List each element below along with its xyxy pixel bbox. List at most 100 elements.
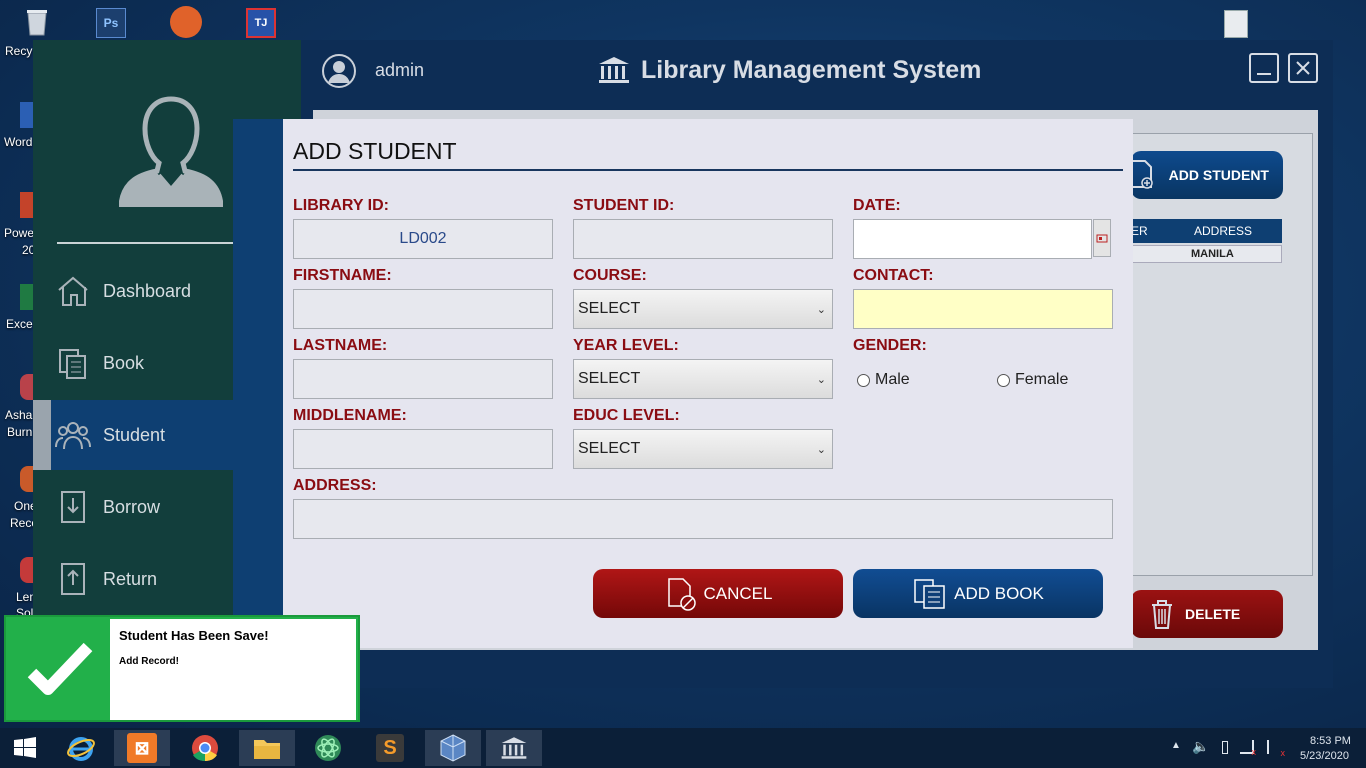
clock-date[interactable]: 5/23/2020 xyxy=(1300,750,1349,762)
virtualbox-icon xyxy=(440,734,466,762)
taskbar-library-app[interactable] xyxy=(486,730,542,766)
sidebar-item-label: Student xyxy=(103,424,166,445)
taskbar-xampp[interactable]: ⊠ xyxy=(114,730,170,766)
library-icon xyxy=(501,737,527,759)
sidebar-item-label: Return xyxy=(103,568,158,589)
network-icon[interactable]: x xyxy=(1240,740,1256,757)
taskbar: ⊠ S ▲ 🔈 x x 8:53 PM 5/23/2020 xyxy=(0,728,1366,768)
gender-female-radio[interactable]: Female xyxy=(997,371,1068,389)
dialog-accent-bar xyxy=(233,119,283,648)
books-icon xyxy=(914,578,945,609)
desktop-label[interactable]: Recy xyxy=(5,44,32,58)
firstname-label: FIRSTNAME: xyxy=(293,267,392,284)
dialog-title-underline xyxy=(293,169,1123,171)
volume-icon[interactable]: 🔈 xyxy=(1192,738,1209,755)
notification-body: Student Has Been Save! Add Record! xyxy=(110,619,356,720)
close-button[interactable] xyxy=(1288,53,1318,83)
clock-time[interactable]: 8:53 PM xyxy=(1310,735,1351,747)
sidebar-divider xyxy=(57,242,233,244)
start-button[interactable] xyxy=(0,730,50,766)
table-cell: MANILA xyxy=(1191,248,1234,260)
notification-message: Add Record! xyxy=(119,656,179,667)
contact-field[interactable] xyxy=(853,289,1113,329)
chevron-down-icon: ⌄ xyxy=(816,374,826,386)
photoshop-shortcut-icon[interactable]: Ps xyxy=(96,8,126,38)
educ-level-select[interactable]: SELECT ⌄ xyxy=(573,429,833,469)
success-notification[interactable]: Student Has Been Save! Add Record! xyxy=(4,615,360,722)
paint-shortcut-icon[interactable] xyxy=(170,6,202,38)
desktop-label[interactable]: Asha xyxy=(5,408,32,422)
chevron-down-icon: ⌄ xyxy=(816,304,826,316)
user-avatar-icon xyxy=(119,96,223,207)
year-level-select-value: SELECT xyxy=(578,370,641,387)
contact-label: CONTACT: xyxy=(853,267,934,284)
battery-icon[interactable] xyxy=(1222,741,1228,754)
add-student-button[interactable]: ADD STUDENT xyxy=(1130,151,1283,199)
course-select[interactable]: SELECT ⌄ xyxy=(573,289,833,329)
library-id-field[interactable] xyxy=(293,219,553,259)
educ-level-select-value: SELECT xyxy=(578,440,641,457)
lastname-field[interactable] xyxy=(293,359,553,399)
date-field[interactable] xyxy=(853,219,1092,259)
date-label: DATE: xyxy=(853,197,901,214)
taskbar-file-explorer[interactable] xyxy=(239,730,295,766)
recycle-bin-icon[interactable] xyxy=(24,6,50,36)
add-student-dialog: ADD STUDENT LIBRARY ID: STUDENT ID: DATE… xyxy=(283,119,1133,648)
year-level-label: YEAR LEVEL: xyxy=(573,337,679,354)
cancel-button[interactable]: CANCEL xyxy=(593,569,843,618)
show-hidden-icons-icon[interactable]: ▲ xyxy=(1171,740,1181,751)
user-icon[interactable] xyxy=(321,53,357,89)
desktop-label[interactable]: Exce xyxy=(6,317,33,331)
address-field[interactable] xyxy=(293,499,1113,539)
sidebar-item-label: Dashboard xyxy=(103,280,192,301)
app-shortcut-icon[interactable]: TJ xyxy=(246,8,276,38)
minimize-button[interactable] xyxy=(1249,53,1279,83)
xampp-icon: ⊠ xyxy=(127,733,157,763)
atom-icon xyxy=(315,735,341,761)
desktop-label[interactable]: Powe xyxy=(4,226,34,240)
notification-title: Student Has Been Save! xyxy=(119,628,269,643)
checkmark-icon xyxy=(27,642,93,695)
date-picker-button[interactable] xyxy=(1093,219,1111,257)
sublime-icon: S xyxy=(376,734,404,762)
text-file-icon[interactable] xyxy=(1224,10,1248,38)
address-label: ADDRESS: xyxy=(293,477,377,494)
desktop-label[interactable]: Burn xyxy=(7,425,32,439)
username: admin xyxy=(375,60,425,80)
desktop-label[interactable]: Word xyxy=(4,135,32,149)
sidebar-item-label: Borrow xyxy=(103,496,161,517)
column-header: ER xyxy=(1131,224,1148,238)
taskbar-virtualbox[interactable] xyxy=(425,730,481,766)
taskbar-atom[interactable] xyxy=(300,730,356,766)
firstname-field[interactable] xyxy=(293,289,553,329)
table-row[interactable]: MANILA xyxy=(1129,245,1282,263)
gender-male-label: Male xyxy=(875,371,910,388)
course-label: COURSE: xyxy=(573,267,647,284)
taskbar-sublime[interactable]: S xyxy=(362,730,418,766)
add-book-label: ADD BOOK xyxy=(954,583,1044,603)
year-level-select[interactable]: SELECT ⌄ xyxy=(573,359,833,399)
gender-male-radio[interactable]: Male xyxy=(857,371,910,389)
notification-flag-icon[interactable]: x xyxy=(1267,740,1285,758)
lastname-label: LASTNAME: xyxy=(293,337,388,354)
header: admin Library Management System xyxy=(301,40,1333,102)
middlename-field[interactable] xyxy=(293,429,553,469)
taskbar-chrome[interactable] xyxy=(177,730,233,766)
taskbar-ie[interactable] xyxy=(53,730,109,766)
book-icon xyxy=(59,349,86,379)
return-icon xyxy=(61,563,85,595)
cancel-document-icon xyxy=(667,577,696,611)
educ-level-label: EDUC LEVEL: xyxy=(573,407,680,424)
course-select-value: SELECT xyxy=(578,300,641,317)
internet-explorer-icon xyxy=(67,737,95,761)
add-book-button[interactable]: ADD BOOK xyxy=(853,569,1103,618)
radio-circle xyxy=(997,373,1010,387)
windows-icon xyxy=(14,737,36,758)
folder-icon xyxy=(254,740,280,759)
radio-circle xyxy=(857,373,870,387)
student-id-field[interactable] xyxy=(573,219,833,259)
delete-button[interactable]: DELETE xyxy=(1131,590,1283,638)
system-tray: ▲ 🔈 x x 8:53 PM 5/23/2020 xyxy=(1168,728,1366,768)
library-id-label: LIBRARY ID: xyxy=(293,197,389,214)
chrome-icon xyxy=(192,735,218,762)
